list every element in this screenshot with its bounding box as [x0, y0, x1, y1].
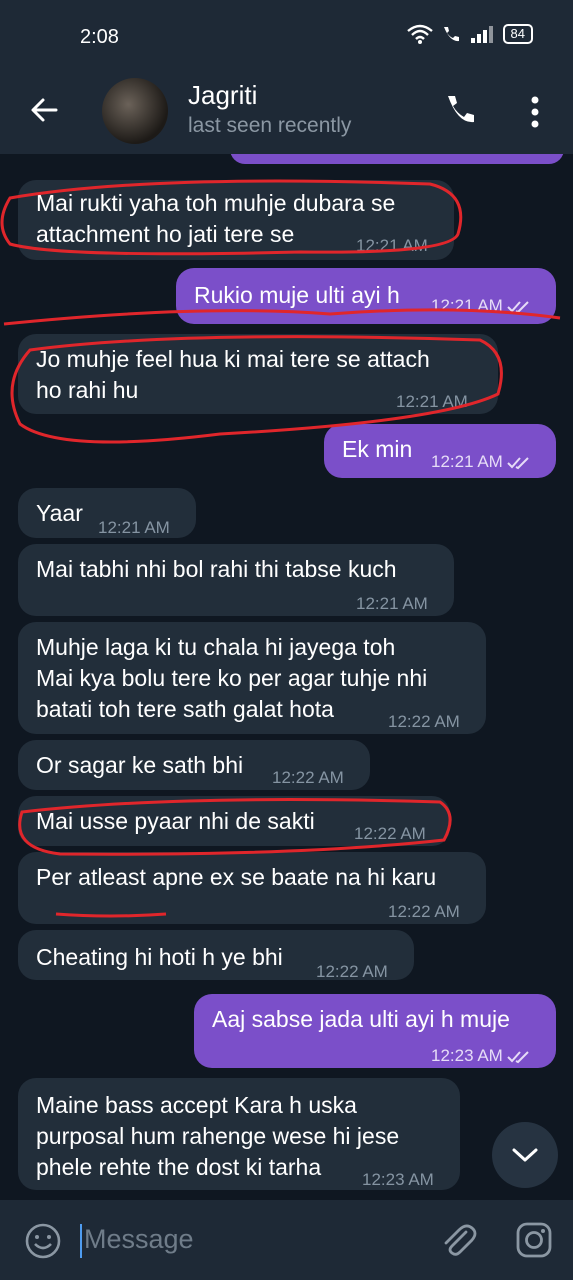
wifi-calling-icon	[443, 27, 459, 42]
message-bubble-outgoing[interactable]: Rukio muje ulti ayi h 12:21 AM	[176, 268, 556, 324]
message-time: 12:22 AM	[388, 712, 460, 731]
message-bubble-incoming[interactable]: Muhje laga ki tu chala hi jayega toh Mai…	[18, 622, 486, 734]
signal-icon	[470, 26, 493, 43]
message-text: Yaar	[36, 500, 83, 526]
status-icons: 84	[406, 24, 533, 44]
message-time: 12:21 AM	[356, 236, 428, 255]
message-bubble-incoming[interactable]: Yaar 12:21 AM	[18, 488, 196, 538]
message-text: Rukio muje ulti ayi h	[194, 282, 400, 308]
message-text: Mai rukti yaha toh muhje dubara se attac…	[36, 190, 396, 247]
avatar[interactable]	[102, 78, 168, 144]
message-time: 12:21 AM	[98, 518, 170, 537]
message-text: Cheating hi hoti h ye bhi	[36, 944, 283, 970]
message-bubble-partial[interactable]	[230, 154, 564, 164]
scroll-down-button[interactable]	[492, 1122, 558, 1188]
message-bubble-incoming[interactable]: Jo muhje feel hua ki mai tere se attach …	[18, 334, 498, 414]
message-list[interactable]: Mai rukti yaha toh muhje dubara se attac…	[0, 154, 573, 1200]
message-text: Or sagar ke sath bhi	[36, 752, 244, 778]
message-time: 12:22 AM	[316, 962, 388, 981]
message-bubble-outgoing[interactable]: Ek min 12:21 AM	[324, 424, 556, 478]
chevron-down-icon	[512, 1148, 538, 1162]
contact-name[interactable]: Jagriti	[188, 80, 257, 111]
more-vertical-icon[interactable]	[526, 92, 544, 132]
message-text: Mai usse pyaar nhi de sakti	[36, 808, 315, 834]
message-bubble-incoming[interactable]: Per atleast apne ex se baate na hi karu …	[18, 852, 486, 924]
message-time: 12:21 AM	[431, 290, 533, 321]
message-text: Muhje laga ki tu chala hi jayega toh Mai…	[36, 634, 428, 722]
message-bubble-outgoing[interactable]: Aaj sabse jada ulti ayi h muje 12:23 AM	[194, 994, 556, 1068]
message-time: 12:21 AM	[396, 392, 468, 411]
emoji-icon[interactable]	[24, 1222, 62, 1260]
message-bubble-incoming[interactable]: Maine bass accept Kara h uska purposal h…	[18, 1078, 460, 1190]
message-time: 12:22 AM	[354, 824, 426, 843]
message-text: Ek min	[342, 436, 413, 462]
message-time: 12:21 AM	[431, 446, 533, 477]
battery-icon: 84	[502, 24, 533, 44]
message-text: Jo muhje feel hua ki mai tere se attach …	[36, 346, 430, 403]
phone-icon[interactable]	[440, 90, 480, 130]
message-text: Aaj sabse jada ulti ayi h muje	[212, 1006, 510, 1032]
wifi-icon	[406, 24, 433, 44]
status-bar: 2:08 84	[0, 0, 573, 72]
double-check-icon	[507, 1050, 529, 1063]
message-text: Mai tabhi nhi bol rahi thi tabse kuch	[36, 556, 397, 582]
text-cursor	[80, 1224, 82, 1258]
double-check-icon	[507, 300, 529, 313]
message-text: Maine bass accept Kara h uska purposal h…	[36, 1092, 400, 1180]
back-arrow-icon[interactable]	[26, 92, 62, 128]
paperclip-icon[interactable]	[438, 1220, 478, 1260]
message-bubble-incoming[interactable]: Cheating hi hoti h ye bhi 12:22 AM	[18, 930, 414, 981]
message-bubble-incoming[interactable]: Mai tabhi nhi bol rahi thi tabse kuch 12…	[18, 544, 454, 616]
chat-header: Jagriti last seen recently	[0, 72, 573, 154]
message-text: Per atleast apne ex se baate na hi karu	[36, 864, 437, 890]
instagram-camera-icon[interactable]	[514, 1220, 554, 1260]
message-time: 12:23 AM	[431, 1040, 533, 1071]
message-time: 12:21 AM	[356, 594, 428, 613]
message-input[interactable]: Message	[84, 1224, 194, 1255]
last-seen-status: last seen recently	[188, 114, 352, 137]
double-check-icon	[507, 456, 529, 469]
message-bubble-incoming[interactable]: Or sagar ke sath bhi 12:22 AM	[18, 740, 370, 790]
message-time: 12:23 AM	[362, 1170, 434, 1189]
message-bubble-incoming[interactable]: Mai rukti yaha toh muhje dubara se attac…	[18, 180, 454, 260]
message-time: 12:22 AM	[388, 902, 460, 921]
message-time: 12:22 AM	[272, 768, 344, 787]
status-time: 2:08	[80, 26, 119, 48]
message-bubble-incoming[interactable]: Mai usse pyaar nhi de sakti 12:22 AM	[18, 796, 450, 846]
message-input-bar: Message	[0, 1200, 573, 1280]
